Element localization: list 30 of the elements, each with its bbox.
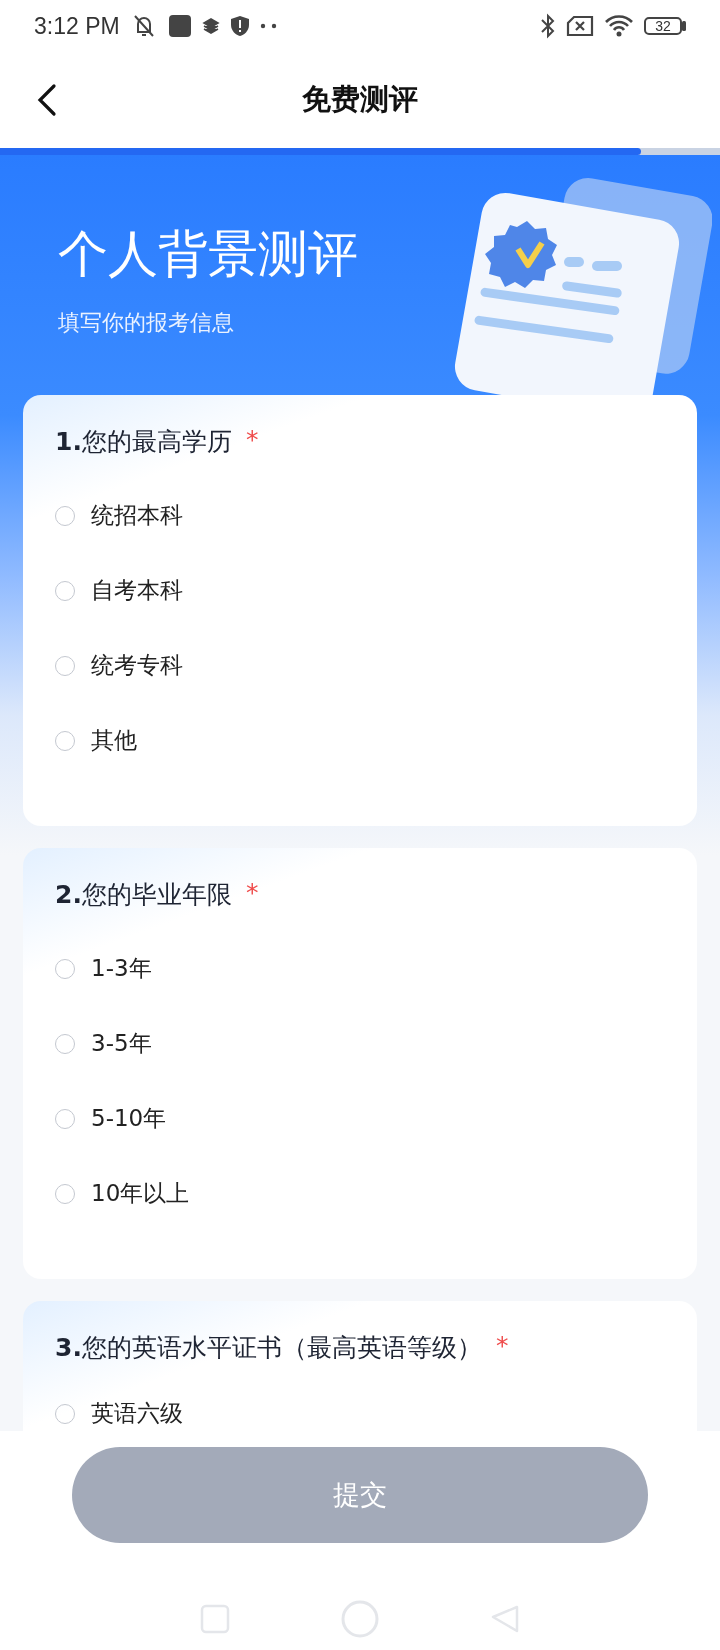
back-icon[interactable] bbox=[490, 1603, 520, 1635]
home-icon[interactable] bbox=[340, 1599, 380, 1639]
required-mark: * bbox=[245, 878, 259, 907]
more-icon bbox=[259, 23, 278, 29]
radio-option[interactable]: 英语六级 bbox=[55, 1398, 665, 1429]
app-square-icon bbox=[167, 14, 192, 38]
question-title: 2.您的毕业年限 bbox=[55, 879, 232, 911]
required-mark: * bbox=[245, 425, 259, 454]
hero-subtitle: 填写你的报考信息 bbox=[58, 309, 235, 337]
question-title: 3.您的英语水平证书（最高英语等级） bbox=[55, 1332, 482, 1364]
radio-option[interactable]: 1-3年 bbox=[55, 953, 665, 984]
wifi-icon bbox=[604, 14, 634, 38]
battery-tip-icon bbox=[682, 21, 686, 31]
status-time: 3:12 PM bbox=[34, 12, 120, 40]
layers-icon bbox=[201, 17, 220, 35]
radio-option[interactable]: 5-10年 bbox=[55, 1103, 665, 1134]
hero-title: 个人背景测评 bbox=[58, 227, 358, 282]
required-mark: * bbox=[495, 1331, 509, 1360]
radio-option[interactable]: 3-5年 bbox=[55, 1028, 665, 1059]
recents-icon[interactable] bbox=[200, 1604, 230, 1634]
bluetooth-icon bbox=[540, 13, 556, 39]
shield-icon bbox=[229, 15, 250, 37]
sim-icon bbox=[566, 15, 594, 37]
radio-option[interactable]: 统招本科 bbox=[55, 500, 665, 531]
radio-option[interactable]: 其他 bbox=[55, 725, 665, 756]
question-title: 1.您的最高学历 bbox=[55, 426, 232, 458]
radio-option[interactable]: 自考本科 bbox=[55, 575, 665, 606]
radio-option[interactable]: 10年以上 bbox=[55, 1178, 665, 1209]
page-title: 免费测评 bbox=[302, 81, 418, 118]
radio-option[interactable]: 统考专科 bbox=[55, 650, 665, 681]
